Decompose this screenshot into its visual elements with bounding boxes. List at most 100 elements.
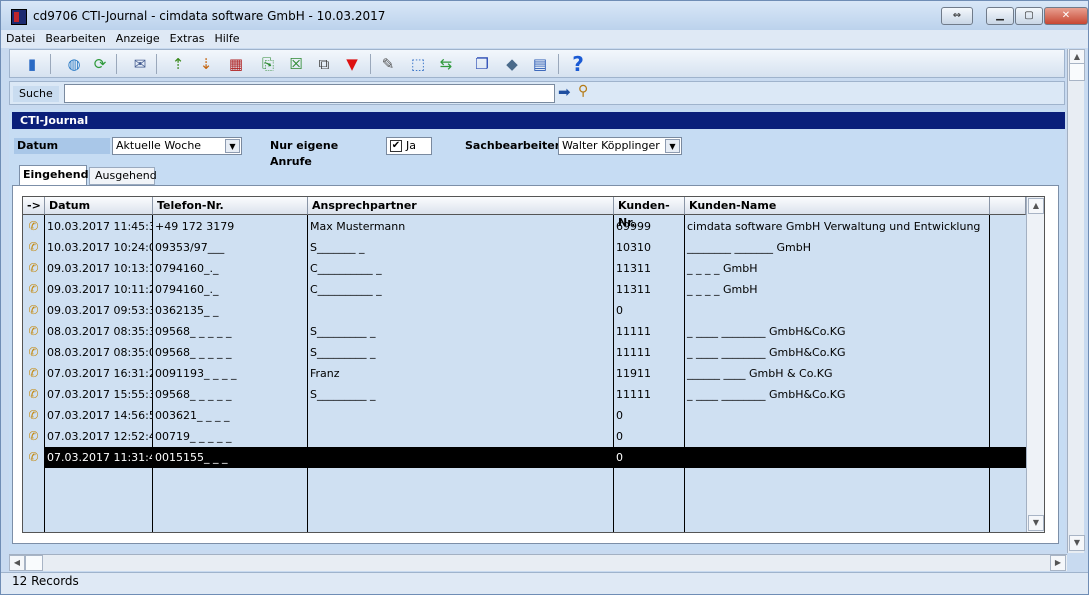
cell-spacer[interactable] <box>990 258 1026 279</box>
table-row[interactable]: ✆ 09.03.2017 10:11:26 0794160_._ C_________… <box>23 279 1024 300</box>
table-row[interactable]: ✆ 07.03.2017 12:52:48 00719_ _ _ _ _ 0 <box>23 426 1024 447</box>
cell-telefon[interactable]: 0362135_ _ <box>153 300 308 321</box>
column-header-datum[interactable]: Datum <box>45 197 153 215</box>
cell-telefon[interactable]: 09568_ _ _ _ _ <box>153 342 308 363</box>
search-input[interactable] <box>64 84 555 103</box>
cell-spacer[interactable] <box>990 300 1026 321</box>
magnifier-icon[interactable]: ⚲ <box>578 83 588 99</box>
grid-view-icon[interactable]: ▤ <box>530 54 550 74</box>
cell-telefon[interactable]: 09568_ _ _ _ _ <box>153 384 308 405</box>
maximize-button[interactable]: ▢ <box>1015 7 1043 25</box>
table-row[interactable]: ✆ 07.03.2017 16:31:25 0091193_ _ _ _ Franz 1… <box>23 363 1024 384</box>
table-row[interactable]: ✆ 07.03.2017 14:56:53 003621_ _ _ _ 0 <box>23 405 1024 426</box>
scroll-thumb[interactable] <box>25 555 43 571</box>
cell-kunden-nr[interactable]: 10310 <box>614 237 685 258</box>
cell-telefon[interactable]: 0015155_ _ _ <box>153 447 308 468</box>
mail-icon[interactable]: ✉ <box>130 54 150 74</box>
column-header-telefon[interactable]: Telefon-Nr. <box>153 197 308 215</box>
cell-kunden-name[interactable] <box>685 300 990 321</box>
own-calls-field[interactable]: ✔ Ja <box>386 137 432 155</box>
grid-vertical-scrollbar[interactable]: ▲ ▼ <box>1026 197 1044 532</box>
refresh-icon[interactable]: ⟳ <box>90 54 110 74</box>
cell-datum[interactable]: 09.03.2017 10:11:26 <box>45 279 153 300</box>
cell-ansprechpartner[interactable]: S_________ _ <box>308 384 614 405</box>
scroll-thumb[interactable] <box>1069 63 1085 81</box>
cell-telefon[interactable]: 0794160_._ <box>153 279 308 300</box>
tab-eingehend[interactable]: Eingehend <box>19 165 88 185</box>
cell-datum[interactable]: 10.03.2017 10:24:03 <box>45 237 153 258</box>
cell-datum[interactable]: 07.03.2017 15:55:31 <box>45 384 153 405</box>
cell-telefon[interactable]: 0794160_._ <box>153 258 308 279</box>
select-icon[interactable]: ⬚ <box>408 54 428 74</box>
minimize-button[interactable]: ▁ <box>986 7 1014 25</box>
cell-spacer[interactable] <box>990 342 1026 363</box>
window-horizontal-scrollbar[interactable]: ◀ ▶ <box>9 554 1067 571</box>
cell-spacer[interactable] <box>990 216 1026 237</box>
cell-ansprechpartner[interactable]: S_________ _ <box>308 321 614 342</box>
cell-kunden-name[interactable]: _ _ _ _ GmbH <box>685 279 990 300</box>
cell-kunden-nr[interactable]: 0 <box>614 447 685 468</box>
chevron-down-icon[interactable]: ▼ <box>665 139 680 153</box>
cell-kunden-name[interactable]: _ ____ ________ GmbH&Co.KG <box>685 321 990 342</box>
cell-datum[interactable]: 08.03.2017 08:35:01 <box>45 342 153 363</box>
own-calls-checkbox[interactable]: ✔ <box>390 140 402 152</box>
cell-datum[interactable]: 09.03.2017 09:53:37 <box>45 300 153 321</box>
table-row[interactable]: ✆ 07.03.2017 11:31:48 0015155_ _ _ 0 <box>23 447 1026 468</box>
cell-spacer[interactable] <box>990 405 1026 426</box>
cell-ansprechpartner[interactable]: C__________ _ <box>308 258 614 279</box>
cell-ansprechpartner[interactable] <box>308 300 614 321</box>
windows-icon[interactable]: ❐ <box>472 54 492 74</box>
edit-icon[interactable]: ✎ <box>378 54 398 74</box>
cell-telefon[interactable]: +49 172 3179 <box>153 216 308 237</box>
calendar-icon[interactable]: ▦ <box>226 54 246 74</box>
export-icon[interactable]: ⎘ <box>258 54 278 74</box>
cell-kunden-name[interactable]: _ ____ ________ GmbH&Co.KG <box>685 342 990 363</box>
cell-kunden-name[interactable] <box>685 426 990 447</box>
cell-kunden-nr[interactable]: 0 <box>614 300 685 321</box>
cell-ansprechpartner[interactable]: S_______ _ <box>308 237 614 258</box>
table-row[interactable]: ✆ 08.03.2017 08:35:39 09568_ _ _ _ _ S_____… <box>23 321 1024 342</box>
app-icon[interactable] <box>11 9 27 25</box>
cell-telefon[interactable]: 09568_ _ _ _ _ <box>153 321 308 342</box>
close-button[interactable]: ✕ <box>1044 7 1088 25</box>
table-row[interactable]: ✆ 10.03.2017 10:24:03 09353/97___ S_______ … <box>23 237 1024 258</box>
agent-select[interactable]: Walter Köpplinger ▼ <box>558 137 682 155</box>
cell-telefon[interactable]: 0091193_ _ _ _ <box>153 363 308 384</box>
exit-door-icon[interactable]: ▮ <box>22 54 42 74</box>
cell-kunden-nr[interactable]: 11111 <box>614 321 685 342</box>
cell-spacer[interactable] <box>990 237 1026 258</box>
cell-datum[interactable]: 07.03.2017 16:31:25 <box>45 363 153 384</box>
cell-kunden-name[interactable]: _ _ _ _ GmbH <box>685 258 990 279</box>
tab-ausgehend[interactable]: Ausgehend <box>89 167 157 185</box>
cell-ansprechpartner[interactable] <box>308 405 614 426</box>
copy-icon[interactable]: ⧉ <box>314 54 334 74</box>
cell-kunden-nr[interactable]: 69999 <box>614 216 685 237</box>
cell-kunden-name[interactable]: ______ ____ GmbH & Co.KG <box>685 363 990 384</box>
title-bar[interactable]: cd9706 CTI-Journal - cimdata software Gm… <box>1 1 1088 30</box>
scroll-right-icon[interactable]: ▶ <box>1050 555 1066 571</box>
table-row[interactable]: ✆ 09.03.2017 10:13:19 0794160_._ C_________… <box>23 258 1024 279</box>
cell-datum[interactable]: 07.03.2017 11:31:48 <box>45 447 153 468</box>
cell-datum[interactable]: 07.03.2017 14:56:53 <box>45 405 153 426</box>
menu-datei[interactable]: Datei <box>1 30 40 47</box>
cell-spacer[interactable] <box>990 447 1026 468</box>
cell-kunden-nr[interactable]: 0 <box>614 426 685 447</box>
cell-spacer[interactable] <box>990 321 1026 342</box>
cell-datum[interactable]: 08.03.2017 08:35:39 <box>45 321 153 342</box>
menu-anzeige[interactable]: Anzeige <box>111 30 165 47</box>
restore-layout-button[interactable]: ⇔ <box>941 7 973 25</box>
cell-kunden-nr[interactable]: 11311 <box>614 258 685 279</box>
sort-ascending-icon[interactable]: ⇡ <box>168 54 188 74</box>
cell-ansprechpartner[interactable]: S_________ _ <box>308 342 614 363</box>
filter-icon[interactable]: ▼ <box>342 54 362 74</box>
cell-spacer[interactable] <box>990 363 1026 384</box>
scroll-left-icon[interactable]: ◀ <box>9 555 25 571</box>
cell-spacer[interactable] <box>990 279 1026 300</box>
menu-bearbeiten[interactable]: Bearbeiten <box>40 30 110 47</box>
help-icon[interactable]: ? <box>568 54 588 74</box>
cell-kunden-name[interactable]: ________ _______ GmbH <box>685 237 990 258</box>
excel-icon[interactable]: ☒ <box>286 54 306 74</box>
cell-datum[interactable]: 07.03.2017 12:52:48 <box>45 426 153 447</box>
cell-kunden-name[interactable] <box>685 447 990 468</box>
transfer-icon[interactable]: ⇆ <box>436 54 456 74</box>
